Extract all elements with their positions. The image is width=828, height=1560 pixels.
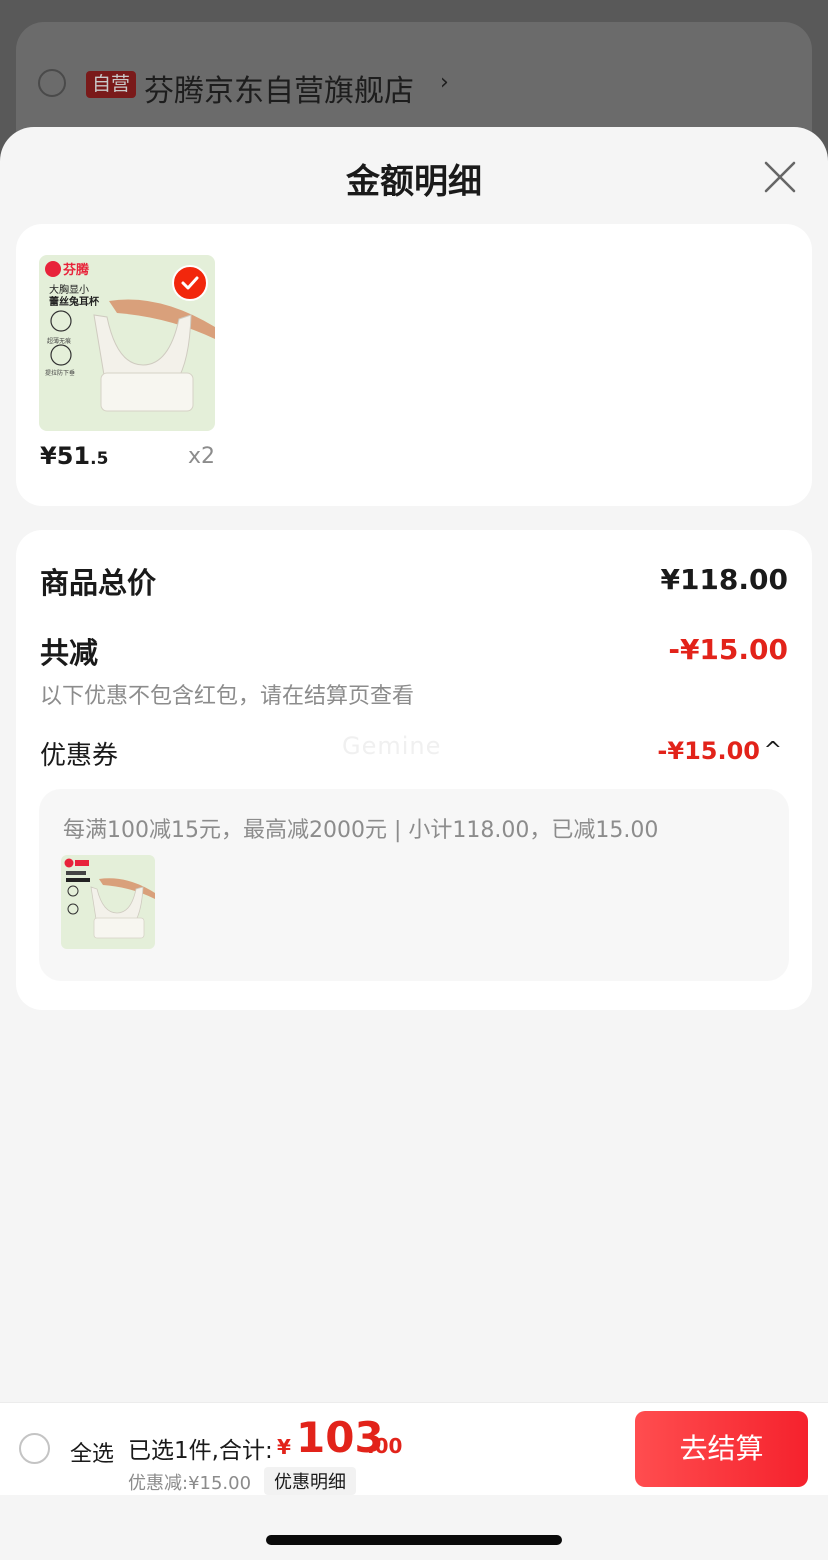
select-all-label[interactable]: 全选 [70,1436,114,1468]
product-price: ¥51.5 [40,442,108,470]
brand-text: 芬腾 [62,262,90,278]
coupon-detail-box: 每满100减15元，最高减2000元 | 小计118.00，已减15.00 [39,789,789,981]
image-feature-1: 超薄无痕 [47,337,71,345]
collapse-chevron-icon[interactable]: ^ [764,738,782,763]
discount-detail-link[interactable]: 优惠明细 [264,1467,356,1495]
reduction-note: 以下优惠不包含红包，请在结算页查看 [40,684,415,709]
coupon-description: 每满100减15元，最高减2000元 | 小计118.00，已减15.00 [63,818,659,843]
image-feature-2: 提拉防下垂 [45,369,75,377]
image-caption-2: 蕾丝兔耳杯 [49,295,100,308]
price-int: ¥51 [40,442,91,470]
reduction-value: -¥15.00 [668,633,788,666]
price-dec: .5 [90,449,109,469]
home-indicator[interactable] [266,1535,562,1545]
amount-detail-sheet: 金额明细 芬腾 大胸显小 蕾丝兔耳杯 超薄无痕 提拉防下垂 ¥51.5 x2 商… [0,127,828,1560]
self-operated-badge: 自营 [86,71,137,98]
price-detail-card: 商品总价 ¥118.00 共减 -¥15.00 以下优惠不包含红包，请在结算页查… [16,530,812,1010]
checkout-button[interactable]: 去结算 [635,1411,808,1487]
goods-total-value: ¥118.00 [660,563,788,596]
discount-note: 优惠减:¥15.00 [128,1473,252,1494]
store-select-radio[interactable] [38,69,66,97]
goods-total-label: 商品总价 [40,566,157,600]
product-card: 芬腾 大胸显小 蕾丝兔耳杯 超薄无痕 提拉防下垂 ¥51.5 x2 [16,224,812,506]
sheet-title: 金额明细 [346,162,482,202]
reduction-label: 共减 [40,636,99,670]
store-chevron-icon: › [440,70,449,95]
selected-summary: 已选1件,合计: [128,1438,273,1464]
close-icon[interactable] [760,157,800,197]
total-decimals: .00 [367,1434,403,1458]
product-quantity: x2 [188,444,216,469]
coupon-label: 优惠券 [40,741,119,771]
coupon-value[interactable]: -¥15.00 [657,737,760,765]
watermark-text: Gemine [342,732,442,760]
store-name[interactable]: 芬腾京东自营旗舰店 [144,66,414,110]
select-all-radio[interactable] [19,1433,50,1464]
checkout-bar: 全选 已选1件,合计: ¥ 103 .00 优惠减:¥15.00 优惠明细 去结… [0,1402,828,1495]
image-caption-1: 大胸显小 [49,283,89,296]
selected-check-icon[interactable] [172,265,208,301]
coupon-product-image[interactable] [61,855,155,949]
total-currency: ¥ [277,1435,291,1459]
